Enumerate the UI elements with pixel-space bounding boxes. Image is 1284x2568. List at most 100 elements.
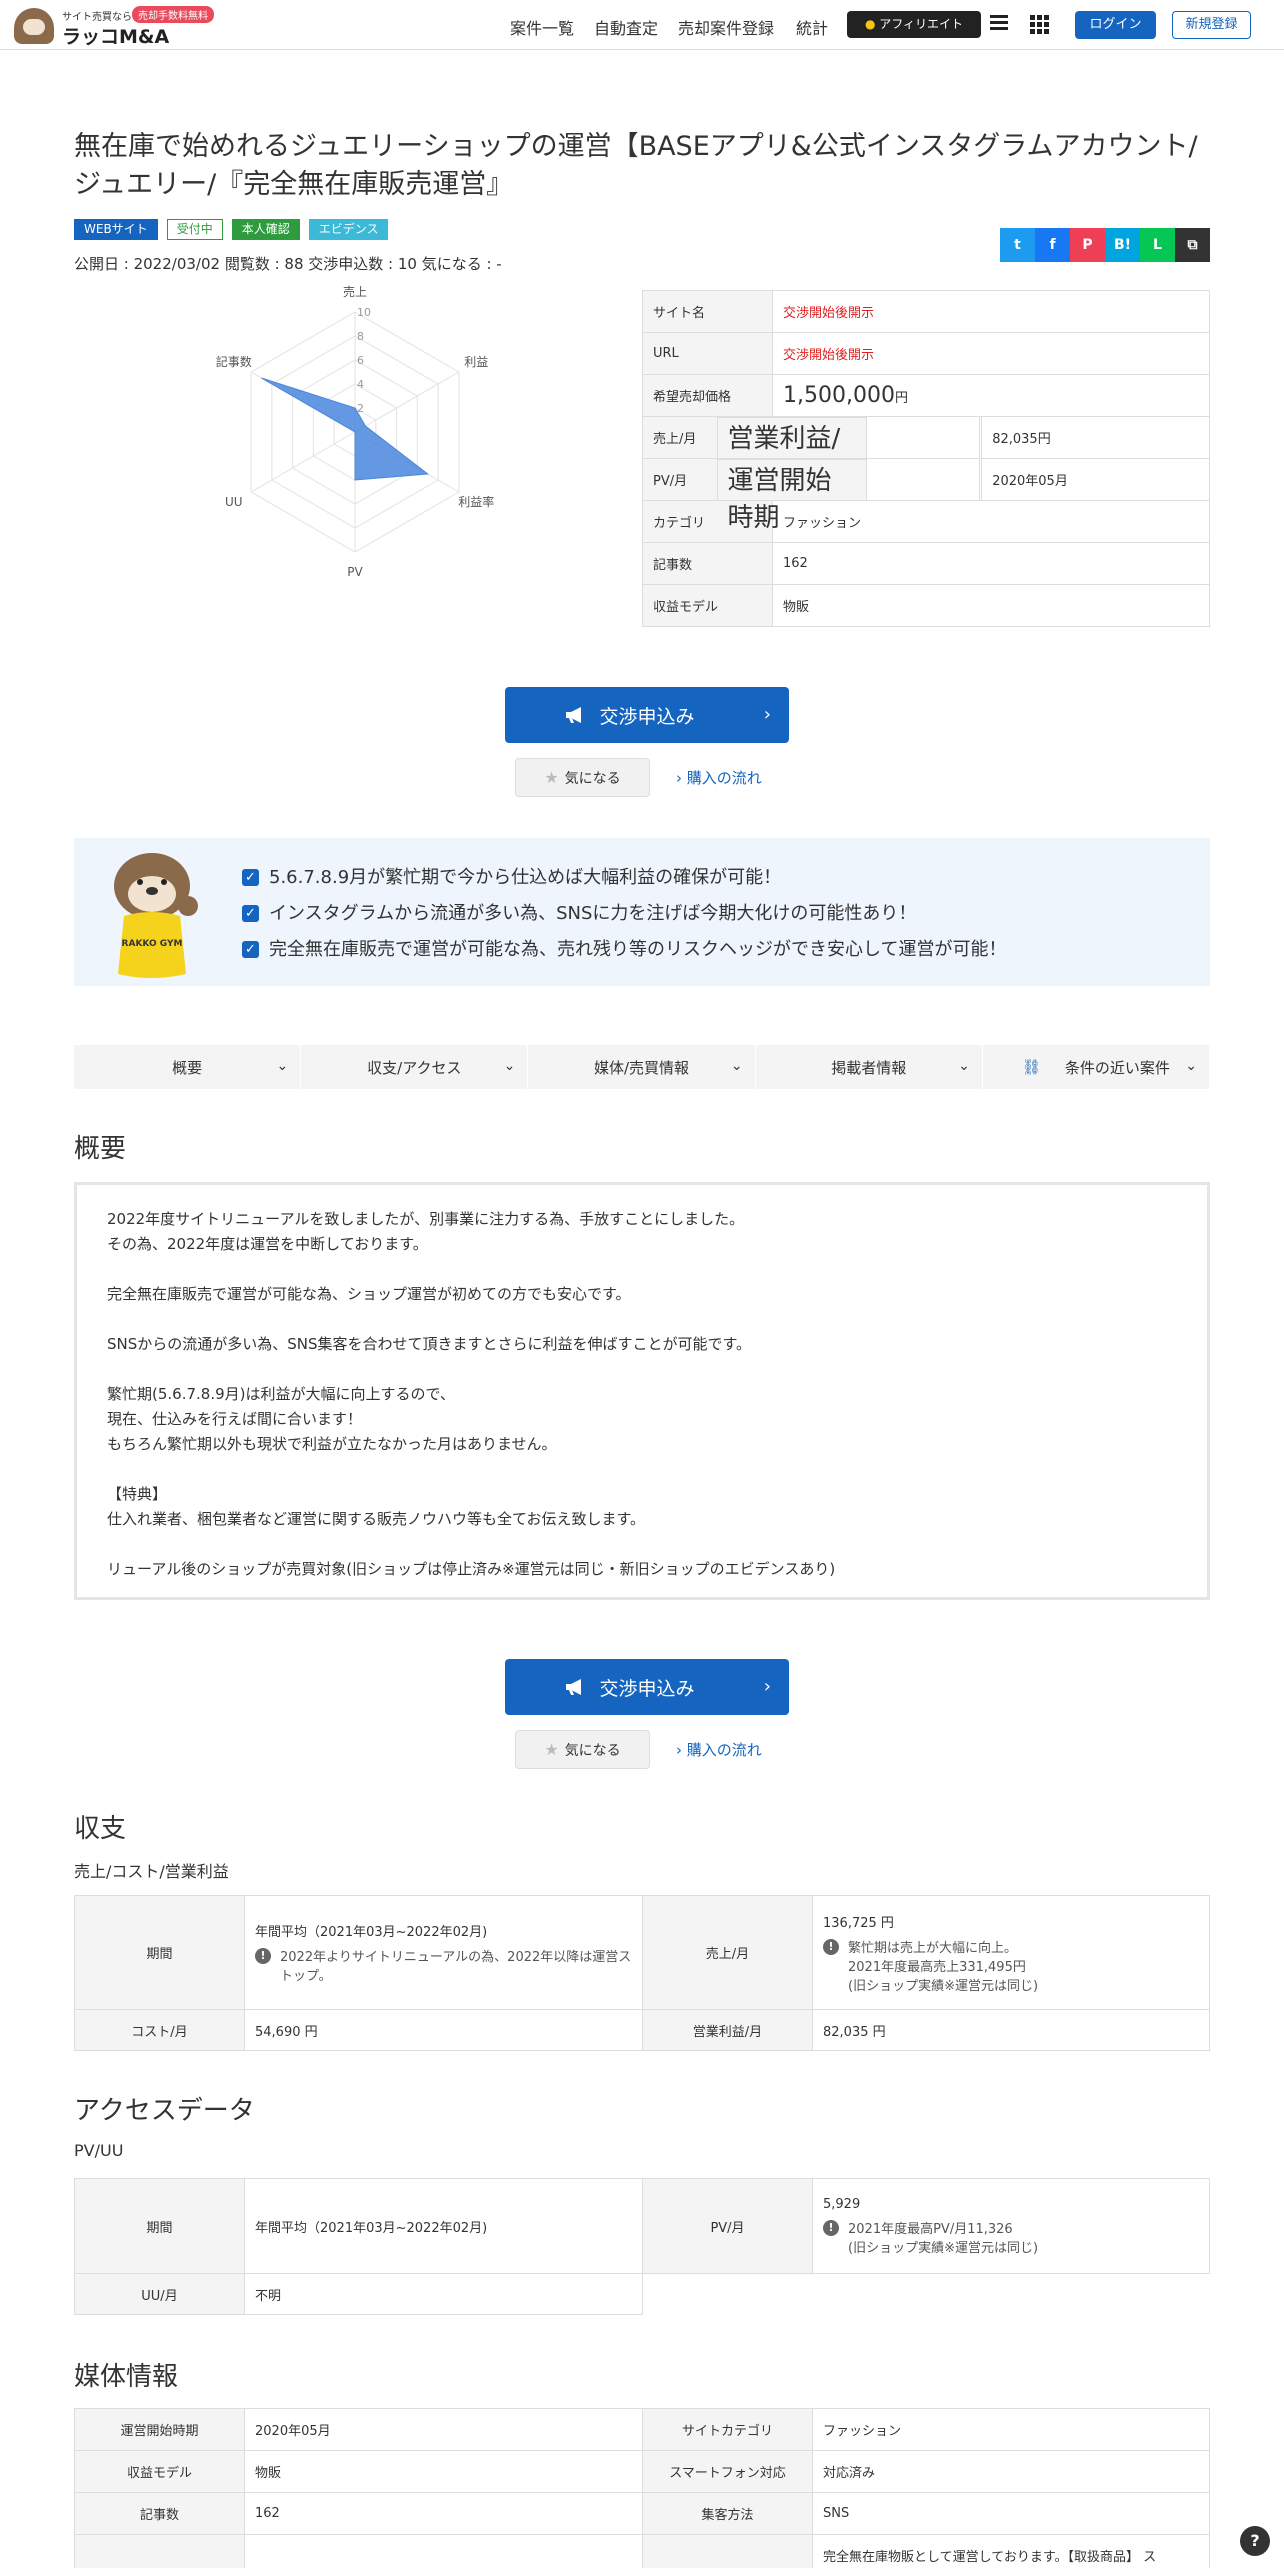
menu-icon[interactable] (990, 15, 1008, 31)
chevron-down-icon: ⌄ (503, 1058, 516, 1074)
radar-scale-label: 8 (357, 330, 364, 343)
category-value: ファッション (772, 500, 1210, 543)
nav-stats[interactable]: 統計 (796, 15, 828, 39)
highlight-points: RAKKO GYM ✓ 5.6.7.8.9月が繁忙期で今から仕込めば大幅利益の確保… (74, 838, 1210, 986)
overview-line: 2022年度サイトリニューアルを致しましたが、別事業に注力する為、手放すことにし… (107, 1210, 745, 1228)
info-icon: ! (823, 2219, 839, 2236)
affiliate-button[interactable]: ● アフィリエイト (847, 11, 981, 38)
logo-text: ラッコM&A (62, 26, 170, 48)
chevron-right-icon: › (763, 704, 771, 725)
line-icon[interactable]: L (1140, 228, 1175, 262)
pv-value: 5,929 (823, 2196, 861, 2212)
media-empty-label (74, 2534, 245, 2568)
listing-tag: WEBサイト (74, 219, 158, 240)
site-logo[interactable]: サイト売買なら 売却手数料無料 ラッコM&A (14, 5, 224, 48)
access-period-value: 年間平均（2021年03月~2022年02月) (244, 2178, 643, 2274)
apps-grid-icon[interactable] (1030, 15, 1049, 34)
checkbox-icon: ✓ (242, 941, 259, 958)
articles-value: 162 (772, 542, 1210, 585)
cost-value: 54,690 円 (244, 2009, 643, 2051)
finance-table: 期間 年間平均（2021年03月~2022年02月) ! 2022年よりサイトリニ… (74, 1895, 1210, 2051)
radar-axis (354, 371, 460, 433)
facebook-icon[interactable]: f (1035, 228, 1070, 262)
negotiate-button[interactable]: 交渉申込み › (505, 687, 789, 743)
nav-valuation[interactable]: 自動査定 (594, 15, 658, 39)
media-articles-label: 記事数 (74, 2492, 245, 2535)
checkbox-icon: ✓ (242, 869, 259, 886)
tab-overview[interactable]: 概要 ⌄ (74, 1045, 302, 1089)
twitter-icon[interactable]: t (1000, 228, 1035, 262)
tab-poster[interactable]: 掲載者情報 ⌄ (756, 1045, 983, 1089)
favorite-label: 気になる (564, 1742, 621, 1759)
media-traffic-label: 集客方法 (642, 2492, 813, 2535)
negotiate-label: 交渉申込み (599, 705, 695, 728)
login-button[interactable]: ログイン (1075, 11, 1156, 39)
site-name-label: サイト名 (642, 290, 773, 333)
cost-label: コスト/月 (74, 2009, 245, 2051)
hatena-icon[interactable]: B! (1105, 228, 1140, 262)
overview-line: その為、2022年度は運営を中断しております。 (107, 1235, 428, 1253)
media-start-label: 運営開始時期 (74, 2408, 245, 2451)
media-model-label: 収益モデル (74, 2450, 245, 2493)
site-header: サイト売買なら 売却手数料無料 ラッコM&A 案件一覧 自動査定 売却案件登録 … (0, 0, 1284, 50)
logo-badge: 売却手数料無料 (132, 6, 214, 23)
register-button[interactable]: 新規登録 (1172, 11, 1251, 39)
access-heading: アクセスデータ (74, 2096, 255, 2126)
purchase-flow-link[interactable]: › 購入の流れ (676, 767, 762, 788)
uu-value: 不明 (244, 2273, 643, 2315)
radar-axis-label: 利益率 (458, 494, 494, 509)
overview-line (107, 1457, 1177, 1482)
url-label: URL (642, 332, 773, 375)
radar-axis-label: UU (225, 495, 243, 509)
negotiate-button-2[interactable]: 交渉申込み › (505, 1659, 789, 1715)
finance-subheading: 売上/コスト/営業利益 (74, 1862, 229, 1881)
listing-title: 無在庫で始めれるジュエリーショップの運営【BASEアプリ&公式インスタグラムアカ… (74, 131, 1198, 200)
overview-line (107, 1357, 1177, 1382)
radar-scale-label: 6 (357, 354, 364, 367)
favorite-button-2[interactable]: ★ 気になる (515, 1730, 650, 1769)
star-icon: ★ (544, 1740, 559, 1759)
mascot-shirt-text: RAKKO GYM (122, 939, 183, 949)
uu-label: UU/月 (74, 2273, 245, 2315)
chevron-right-icon: › (763, 1676, 771, 1697)
price-label: 希望売却価格 (642, 374, 773, 417)
overview-line: 現在、仕込みを行えば間に合います！ (107, 1410, 363, 1428)
tab-media[interactable]: 媒体/売買情報 ⌄ (528, 1045, 756, 1089)
articles-label: 記事数 (642, 542, 773, 585)
start-value: 2020年05月 (981, 458, 1210, 501)
help-button[interactable]: ? (1240, 2526, 1270, 2556)
media-articles-value: 162 (244, 2492, 643, 2535)
pocket-icon[interactable]: P (1070, 228, 1105, 262)
period-value: 年間平均（2021年03月~2022年02月) (255, 1925, 488, 1940)
tab-similar[interactable]: ⛓ 条件の近い案件 ⌄ (983, 1045, 1211, 1089)
listing-tag: 受付中 (166, 219, 223, 240)
radar-axis-label: 売上 (343, 284, 367, 299)
point-3: ✓ 完全無在庫販売で運営が可能な為、売れ残り等のリスクヘッジができ安心して運営が可… (242, 935, 1006, 961)
media-cat-label: サイトカテゴリ (642, 2408, 813, 2451)
access-subheading: PV/UU (74, 2141, 124, 2160)
model-label: 収益モデル (642, 584, 773, 627)
purchase-flow-link-2[interactable]: › 購入の流れ (676, 1739, 762, 1760)
nav-listings[interactable]: 案件一覧 (510, 15, 574, 39)
copy-icon[interactable]: ⧉ (1175, 228, 1210, 262)
favorite-button[interactable]: ★ 気になる (515, 758, 650, 797)
price-value: 1,500,000 (783, 383, 895, 408)
coin-icon: ● (864, 17, 876, 31)
megaphone-icon (566, 1679, 581, 1695)
point-1: ✓ 5.6.7.8.9月が繁忙期で今から仕込めば大幅利益の確保が可能！ (242, 863, 781, 889)
overview-line (107, 1257, 1177, 1282)
overview-line (107, 1307, 1177, 1332)
star-icon: ★ (544, 768, 559, 787)
tab-finance[interactable]: 収支/アクセス ⌄ (301, 1045, 529, 1089)
listing-tag: 本人確認 (231, 219, 300, 240)
listing-meta: 公開日 : 2022/03/02 閲覧数 : 88 交渉申込数 : 10 気にな… (74, 255, 502, 273)
nav-sell-register[interactable]: 売却案件登録 (678, 15, 774, 39)
chevron-down-icon: ⌄ (958, 1058, 970, 1074)
radar-axis-label: 利益 (464, 355, 488, 369)
price-cell: 1,500,000円 (772, 374, 1210, 417)
media-desc-value: 完全無在庫物販として運営しております。【取扱商品】 ス (812, 2534, 1210, 2568)
radar-scale-label: 10 (357, 306, 371, 319)
listing-tag: エビデンス (308, 219, 389, 240)
model-value: 物販 (772, 584, 1210, 627)
sales-note: ! 繁忙期は売上が大幅に向上。 2021年度最高売上331,495円 (旧ショップ実績… (823, 1937, 1199, 1994)
